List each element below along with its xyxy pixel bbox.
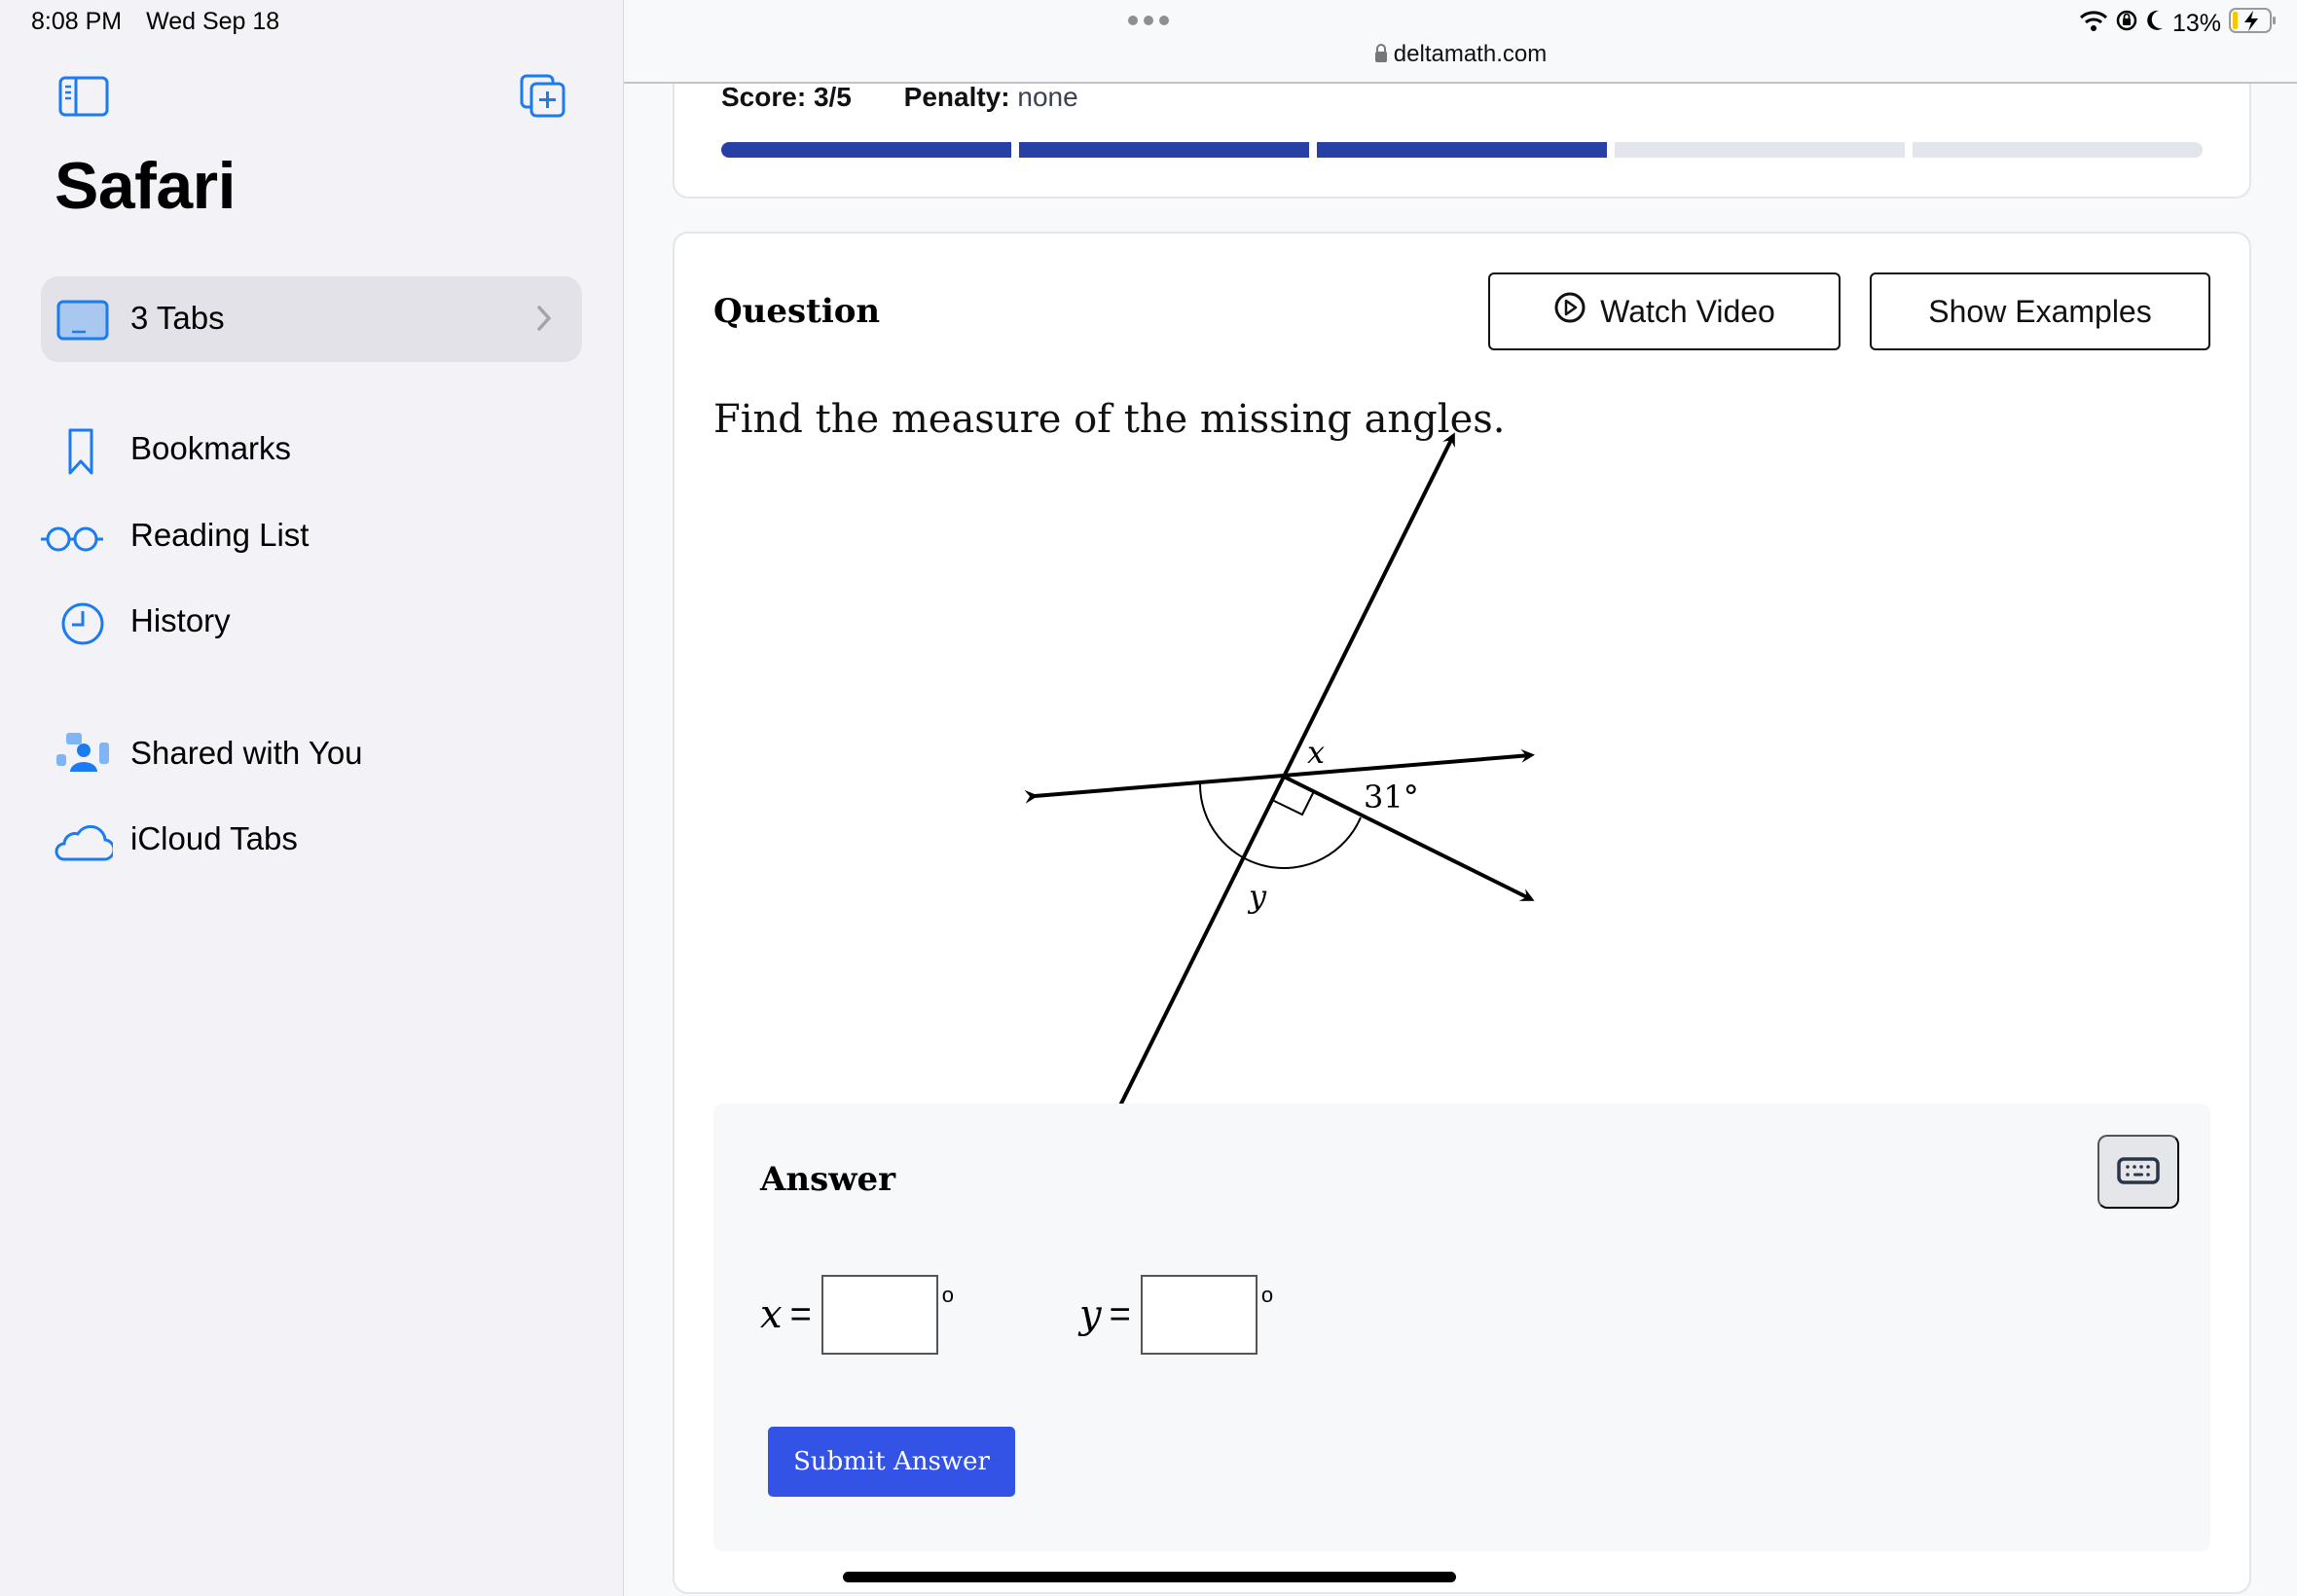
score-label: Score:	[721, 82, 807, 112]
tabs-label: 3 Tabs	[130, 300, 225, 336]
orientation-lock-icon	[2116, 9, 2137, 39]
browser-content: Score: 3/5 Penalty: none deltamath.com 1…	[624, 0, 2297, 1596]
safari-sidebar: 8:08 PM Wed Sep 18 Safari 3 Tabs Bookmar…	[0, 0, 624, 1596]
shared-with-you-icon	[51, 731, 113, 780]
diagram-label-given-angle: 31°	[1364, 779, 1419, 816]
address-bar[interactable]: deltamath.com	[624, 41, 2297, 70]
bookmark-icon	[51, 426, 113, 475]
url-text: deltamath.com	[1393, 41, 1548, 67]
progress-segment	[1615, 142, 1905, 158]
sidebar-toggle-icon[interactable]	[58, 76, 109, 122]
angle-arc	[1198, 782, 1362, 870]
chevron-right-icon	[535, 304, 553, 338]
answer-row-x: x = o	[760, 1275, 954, 1355]
submit-answer-button[interactable]: Submit Answer	[768, 1427, 1015, 1497]
shared-with-you-label: Shared with You	[130, 735, 363, 771]
progress-segment	[1317, 142, 1607, 158]
answer-row-y: y = o	[1079, 1275, 1273, 1355]
progress-segment	[1019, 142, 1309, 158]
bookmarks-label: Bookmarks	[130, 430, 292, 466]
sidebar-item-reading-list[interactable]: Reading List	[0, 503, 624, 571]
battery-percent: 13%	[2171, 10, 2221, 37]
new-tab-group-icon[interactable]	[520, 74, 566, 124]
status-date: Wed Sep 18	[146, 8, 280, 35]
tabs-icon	[56, 300, 109, 345]
sidebar-item-icloud-tabs[interactable]: iCloud Tabs	[0, 807, 624, 875]
home-indicator[interactable]	[843, 1572, 1456, 1582]
y-answer-input[interactable]	[1140, 1275, 1258, 1355]
status-bar-left: 8:08 PM Wed Sep 18	[31, 8, 297, 36]
answer-panel: Answer x = o y = o Submit Answer	[713, 1104, 2210, 1551]
sidebar-item-bookmarks[interactable]: Bookmarks	[0, 417, 624, 485]
score-line: Score: 3/5 Penalty: none	[721, 82, 1078, 113]
diagram-line-steep	[1105, 432, 1455, 1109]
icloud-tabs-label: iCloud Tabs	[130, 820, 298, 856]
degree-symbol: o	[941, 1283, 955, 1307]
sidebar-item-history[interactable]: History	[0, 589, 624, 657]
right-angle-marker	[1271, 790, 1315, 816]
x-answer-input[interactable]	[820, 1275, 938, 1355]
sidebar-title: Safari	[55, 149, 237, 223]
progress-segment	[721, 142, 1011, 158]
lock-icon	[1374, 43, 1388, 70]
angle-diagram: x 31° y	[1024, 432, 1535, 1109]
reading-list-label: Reading List	[130, 517, 310, 553]
question-card: Question Watch Video Show Examples Find …	[673, 232, 2251, 1594]
progress-segment	[1913, 142, 2203, 158]
status-bar-right: 13%	[2079, 8, 2278, 40]
status-time: 8:08 PM	[31, 8, 123, 35]
score-value: 3/5	[813, 82, 852, 112]
penalty-label: Penalty:	[903, 82, 1010, 112]
clock-icon	[51, 598, 113, 647]
degree-symbol: o	[1260, 1283, 1274, 1307]
browser-top-bar: deltamath.com 13%	[624, 0, 2297, 84]
history-label: History	[130, 602, 231, 638]
diagram-label-x: x	[1307, 734, 1325, 771]
answer-heading: Answer	[760, 1160, 896, 1199]
glasses-icon	[39, 513, 103, 562]
diagram-label-y: y	[1247, 878, 1267, 915]
multitasking-dots-icon[interactable]	[1127, 14, 1170, 31]
sidebar-item-shared-with-you[interactable]: Shared with You	[0, 721, 624, 789]
keyboard-icon	[2117, 1156, 2160, 1187]
moon-icon	[2145, 9, 2165, 39]
score-progress-bar	[721, 142, 2203, 158]
keyboard-toggle-button[interactable]	[2097, 1135, 2179, 1209]
equals-sign: =	[789, 1293, 812, 1335]
equals-sign: =	[1109, 1293, 1131, 1335]
sidebar-item-tabs[interactable]: 3 Tabs	[41, 276, 582, 362]
cloud-icon	[51, 816, 116, 865]
wifi-icon	[2079, 9, 2108, 39]
variable-y-label: y	[1079, 1292, 1102, 1337]
penalty-value: none	[1017, 82, 1078, 112]
diagram-line-horizontal	[1024, 748, 1535, 804]
variable-x-label: x	[760, 1292, 783, 1337]
battery-charging-icon	[2229, 8, 2278, 40]
